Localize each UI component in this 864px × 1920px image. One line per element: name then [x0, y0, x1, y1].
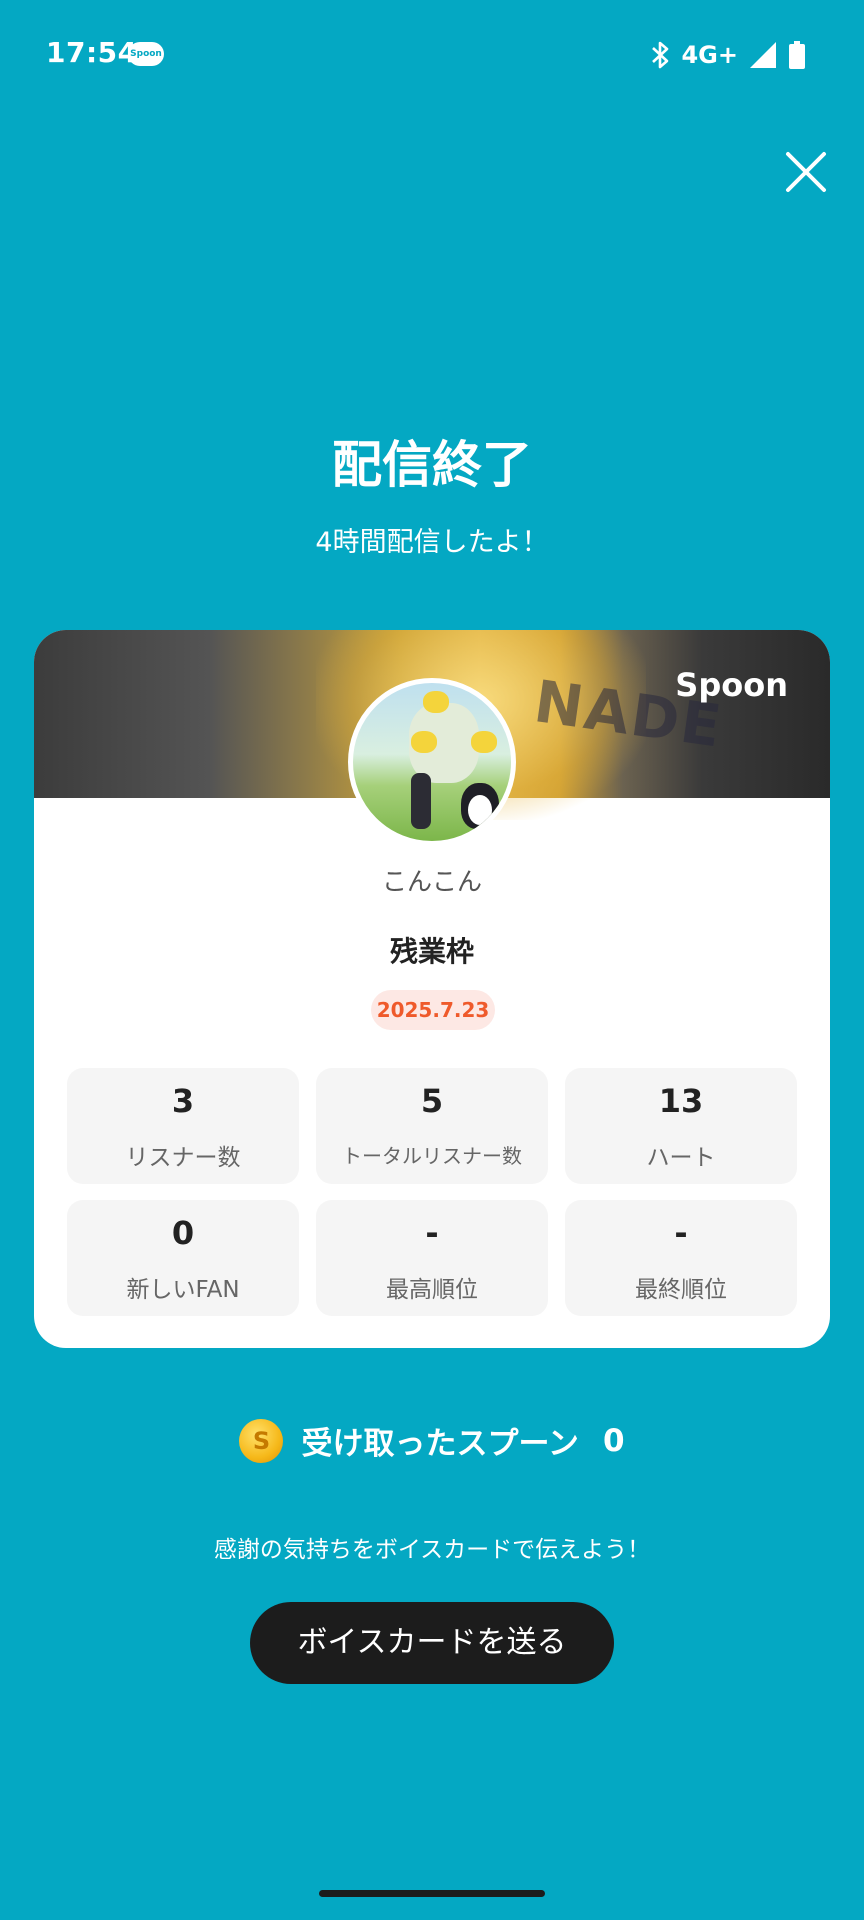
page-subtitle: 4時間配信したよ！: [315, 527, 549, 558]
network-type: 4G+: [681, 41, 738, 69]
close-button[interactable]: [784, 150, 828, 194]
live-title: 残業枠: [389, 935, 474, 968]
stat-value: -: [425, 1214, 439, 1252]
status-bar: 17:54 Spoon 4G+: [0, 0, 864, 110]
stat-total-listeners: 5 トータルリスナー数: [316, 1068, 548, 1184]
page-title: 配信終了: [332, 436, 532, 494]
stat-value: 0: [171, 1214, 195, 1252]
stat-value: 3: [171, 1082, 195, 1120]
stat-label: トータルリスナー数: [342, 1144, 522, 1168]
status-time: 17:54: [46, 36, 138, 69]
date-badge: 2025.7.23: [371, 990, 495, 1030]
live-end-screen: 17:54 Spoon 4G+ 配信終了 4時間配信したよ！ NADE Spoo…: [0, 0, 864, 1920]
home-indicator[interactable]: [319, 1890, 545, 1897]
stat-value: 5: [420, 1082, 444, 1120]
battery-icon: [789, 41, 805, 69]
send-voice-card-button[interactable]: ボイスカードを送る: [250, 1602, 614, 1684]
stat-label: ハート: [646, 1145, 716, 1171]
bluetooth-icon: [652, 41, 669, 69]
stat-label: 最終順位: [635, 1277, 727, 1303]
stat-listeners: 3 リスナー数: [67, 1068, 299, 1184]
stat-value: -: [674, 1214, 688, 1252]
status-icons: 4G+: [649, 38, 806, 72]
stat-new-fans: 0 新しいFAN: [67, 1200, 299, 1316]
stat-value: 13: [658, 1082, 704, 1120]
stat-highest-rank: - 最高順位: [316, 1200, 548, 1316]
live-result-card: NADE Spoon こんこん 残業枠 2025.7.23 3 リスナー数 5 …: [34, 630, 830, 1348]
spoon-logo: Spoon: [675, 666, 788, 704]
received-spoons-label: 受け取ったスプーン: [301, 1426, 579, 1462]
stat-label: 最高順位: [386, 1277, 478, 1303]
received-spoons: S 受け取ったスプーン 0: [0, 1418, 864, 1466]
spoon-coin-icon: S: [239, 1418, 284, 1463]
stat-label: 新しいFAN: [126, 1277, 240, 1303]
stat-label: リスナー数: [125, 1145, 241, 1171]
received-spoons-count: 0: [602, 1422, 625, 1459]
username: こんこん: [381, 867, 482, 896]
spoon-notification-icon: Spoon: [128, 42, 164, 66]
stat-hearts: 13 ハート: [565, 1068, 797, 1184]
close-icon: [786, 152, 826, 192]
stat-final-rank: - 最終順位: [565, 1200, 797, 1316]
avatar: [348, 678, 516, 846]
signal-icon: [750, 42, 776, 68]
thanks-message: 感謝の気持ちをボイスカードで伝えよう！: [213, 1537, 651, 1563]
